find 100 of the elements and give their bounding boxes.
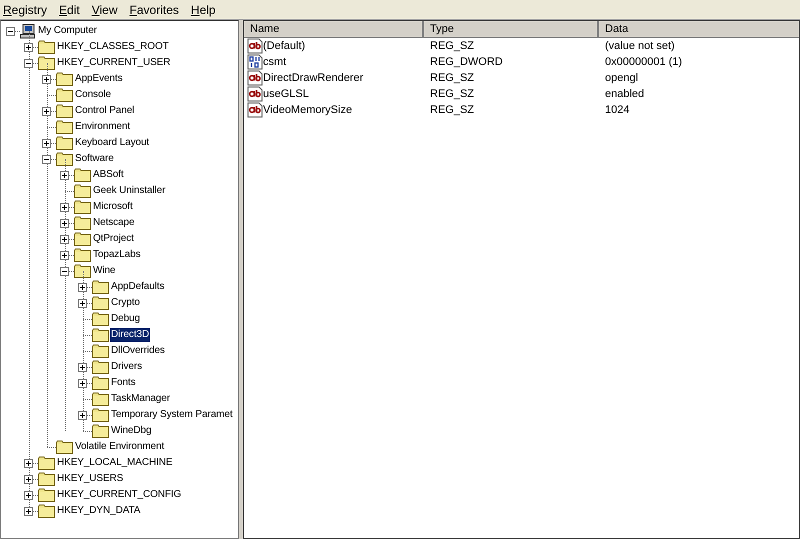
value-data: 1024: [605, 104, 630, 116]
tree-item[interactable]: Drivers: [110, 360, 143, 374]
expand-icon[interactable]: [24, 507, 33, 516]
folder-icon: [56, 120, 73, 134]
tree-item[interactable]: Environment: [74, 120, 132, 134]
expand-icon[interactable]: [60, 235, 69, 244]
expand-icon[interactable]: [60, 219, 69, 228]
expand-icon[interactable]: [78, 283, 87, 292]
string-value-icon: [247, 86, 263, 102]
value-type: REG_DWORD: [430, 56, 503, 68]
folder-icon: [38, 504, 55, 518]
expand-icon[interactable]: [78, 411, 87, 420]
tree-item[interactable]: TaskManager: [110, 392, 171, 406]
menu-item[interactable]: Help: [190, 2, 216, 16]
folder-icon: [92, 360, 109, 374]
folder-icon: [38, 488, 55, 502]
expand-icon[interactable]: [78, 363, 87, 372]
value-name: VideoMemorySize: [263, 104, 352, 116]
column-header[interactable]: Name: [244, 21, 424, 38]
tree-item[interactable]: Fonts: [110, 376, 137, 390]
folder-icon: [92, 376, 109, 390]
collapse-icon[interactable]: [6, 27, 15, 36]
tree-item[interactable]: Netscape: [92, 216, 136, 230]
tree-item[interactable]: Geek Uninstaller: [92, 184, 166, 198]
expand-icon[interactable]: [78, 299, 87, 308]
folder-icon: [92, 280, 109, 294]
binary-value-icon: [247, 54, 263, 70]
column-header[interactable]: Data: [599, 21, 799, 38]
value-type: REG_SZ: [430, 40, 474, 52]
expand-icon[interactable]: [60, 171, 69, 180]
value-name: csmt: [263, 56, 286, 68]
value-name: DirectDrawRenderer: [263, 72, 364, 84]
tree-item[interactable]: Temporary System Paramet: [110, 408, 234, 422]
folder-icon: [74, 264, 91, 278]
folder-icon: [56, 72, 73, 86]
tree-item[interactable]: Direct3D: [110, 328, 150, 342]
tree-item[interactable]: Control Panel: [74, 104, 136, 118]
tree-item[interactable]: HKEY_LOCAL_MACHINE: [56, 456, 174, 470]
computer-icon: [20, 24, 36, 38]
folder-icon: [92, 344, 109, 358]
expand-icon[interactable]: [60, 203, 69, 212]
folder-icon: [56, 440, 73, 454]
folder-icon: [92, 328, 109, 342]
tree-item[interactable]: Keyboard Layout: [74, 136, 150, 150]
tree-item[interactable]: HKEY_CURRENT_CONFIG: [56, 488, 182, 502]
tree-item[interactable]: Console: [74, 88, 112, 102]
folder-icon: [92, 392, 109, 406]
folder-icon: [74, 248, 91, 262]
tree-item[interactable]: ABSoft: [92, 168, 125, 182]
folder-icon: [92, 408, 109, 422]
folder-icon: [56, 88, 73, 102]
collapse-icon[interactable]: [24, 59, 33, 68]
expand-icon[interactable]: [24, 459, 33, 468]
tree-item[interactable]: Software: [74, 152, 115, 166]
folder-icon: [38, 56, 55, 70]
expand-icon[interactable]: [60, 251, 69, 260]
column-header[interactable]: Type: [424, 21, 599, 38]
tree-item[interactable]: AppEvents: [74, 72, 124, 86]
menu-item[interactable]: Favorites: [130, 2, 179, 16]
tree-item[interactable]: Debug: [110, 312, 141, 326]
value-data: enabled: [605, 88, 644, 100]
tree-item[interactable]: Microsoft: [92, 200, 134, 214]
menu-item[interactable]: View: [92, 2, 118, 16]
tree-item[interactable]: QtProject: [92, 232, 135, 246]
folder-icon: [38, 472, 55, 486]
expand-icon[interactable]: [42, 107, 51, 116]
tree-item[interactable]: WineDbg: [110, 424, 152, 438]
folder-icon: [38, 456, 55, 470]
tree-item[interactable]: AppDefaults: [110, 280, 166, 294]
string-value-icon: [247, 38, 263, 54]
tree-item[interactable]: HKEY_CURRENT_USER: [56, 56, 172, 70]
value-name: (Default): [263, 40, 306, 52]
tree-item[interactable]: Volatile Environment: [74, 440, 166, 454]
tree-item[interactable]: DllOverrides: [110, 344, 166, 358]
value-data: (value not set): [605, 40, 675, 52]
expand-icon[interactable]: [24, 491, 33, 500]
folder-icon: [92, 312, 109, 326]
tree-item[interactable]: HKEY_CLASSES_ROOT: [56, 40, 170, 54]
folder-icon: [74, 216, 91, 230]
folder-icon: [74, 200, 91, 214]
expand-icon[interactable]: [24, 43, 33, 52]
collapse-icon[interactable]: [42, 155, 51, 164]
folder-icon: [56, 136, 73, 150]
tree-item[interactable]: Wine: [92, 264, 116, 278]
expand-icon[interactable]: [78, 379, 87, 388]
tree-item[interactable]: My Computer: [37, 24, 98, 38]
menu-item[interactable]: Edit: [59, 2, 80, 16]
expand-icon[interactable]: [24, 475, 33, 484]
collapse-icon[interactable]: [60, 267, 69, 276]
menu-item[interactable]: Registry: [3, 2, 48, 16]
tree-item[interactable]: TopazLabs: [92, 248, 142, 262]
expand-icon[interactable]: [42, 75, 51, 84]
string-value-icon: [247, 70, 263, 86]
tree-item[interactable]: HKEY_DYN_DATA: [56, 504, 142, 518]
folder-icon: [92, 296, 109, 310]
folder-icon: [74, 168, 91, 182]
tree-item[interactable]: HKEY_USERS: [56, 472, 124, 486]
expand-icon[interactable]: [42, 139, 51, 148]
value-name: useGLSL: [263, 88, 309, 100]
tree-item[interactable]: Crypto: [110, 296, 141, 310]
